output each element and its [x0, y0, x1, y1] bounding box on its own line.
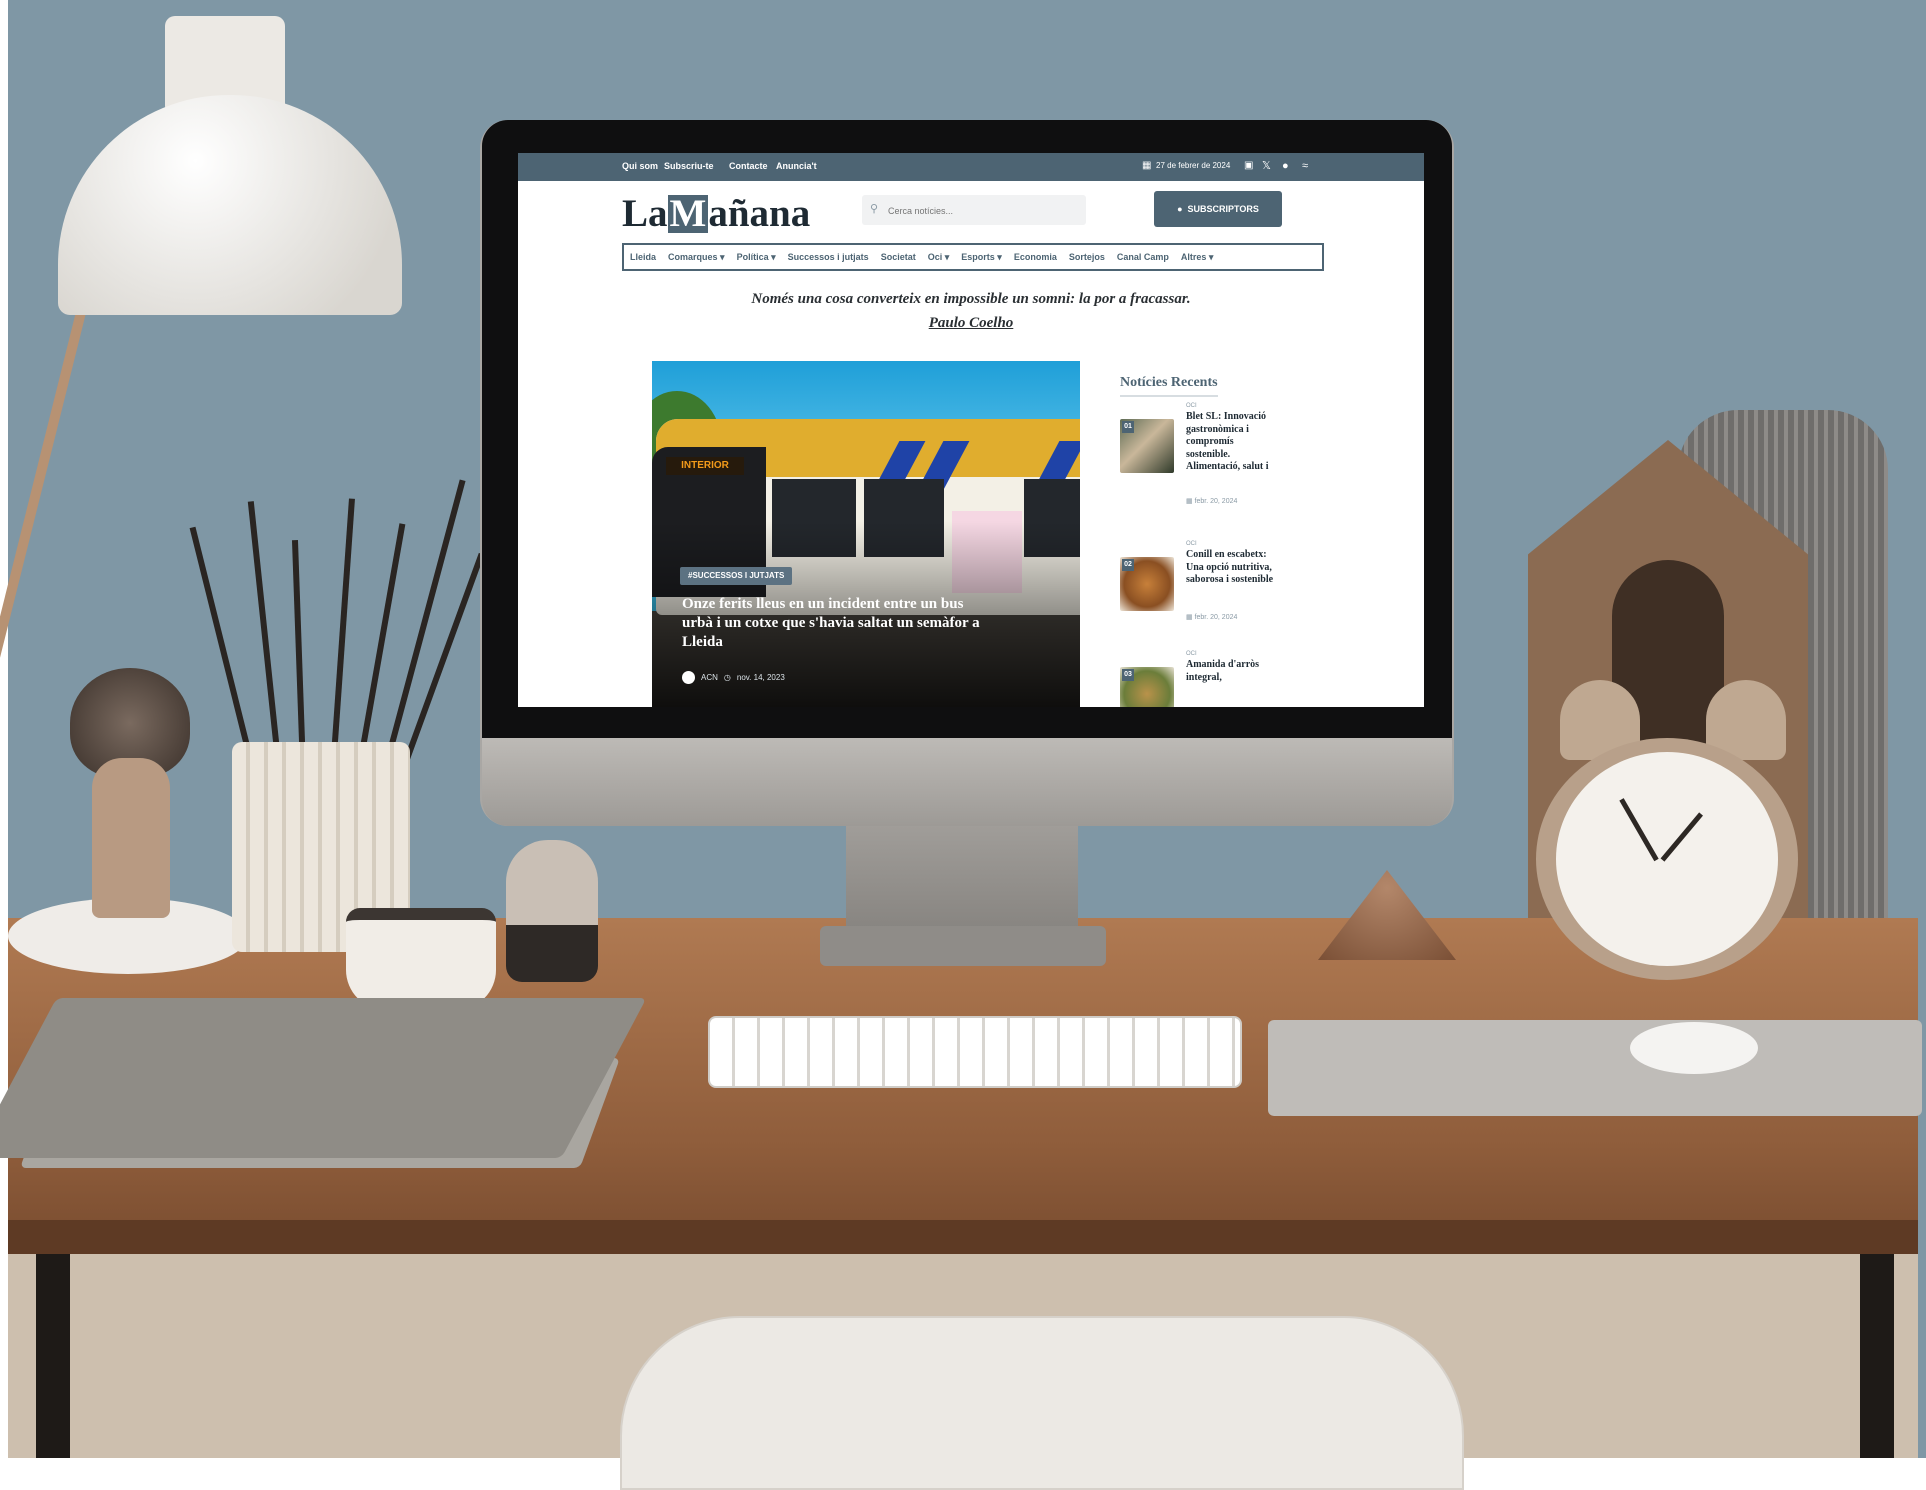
chevron-down-icon: ▾	[720, 251, 725, 262]
topbar-link-subscriu-te[interactable]: Subscriu-te	[664, 161, 714, 171]
wifi-icon[interactable]: ≈	[1302, 160, 1308, 172]
monitor-stand	[846, 826, 1078, 936]
tablet	[0, 998, 647, 1158]
chevron-down-icon: ▾	[944, 251, 950, 262]
recent-news-date: ▦ febr. 20, 2024	[1186, 614, 1238, 621]
recent-news-number: 01	[1122, 421, 1134, 433]
site-logo[interactable]: LaMañana	[622, 191, 810, 235]
monitor-stand-foot	[820, 926, 1106, 966]
search-box[interactable]: ⚲	[862, 195, 1086, 225]
quote-author-link[interactable]: Paulo Coelho	[518, 315, 1424, 332]
clock-face	[1556, 752, 1778, 966]
recent-news-thumbnail: 02	[1120, 557, 1174, 611]
topbar-link-qui-som[interactable]: Qui som	[622, 161, 658, 171]
chevron-down-icon: ▾	[997, 251, 1002, 262]
clock-icon: ◷	[723, 673, 731, 682]
subscribers-button[interactable]: ● SUBSCRIPTORS	[1154, 191, 1282, 227]
shaving-brush-handle	[92, 758, 170, 918]
subscribers-button-label: SUBSCRIPTORS	[1187, 204, 1259, 214]
nav-item-economia[interactable]: Economia	[1014, 252, 1057, 262]
top-bar: Qui som Subscriu-te Contacte Anuncia't ▦…	[518, 153, 1424, 181]
nav-item-canal-camp[interactable]: Canal Camp	[1117, 252, 1169, 262]
recent-news-date: ▦ febr. 20, 2024	[1186, 498, 1238, 505]
recent-news-title[interactable]: Amanida d'arròs integral,	[1186, 659, 1274, 684]
x-icon[interactable]: 𝕏	[1262, 160, 1271, 172]
recent-news-category: OCI	[1186, 403, 1197, 409]
nav-item-societat[interactable]: Societat	[881, 252, 916, 262]
main-nav: Lleida Comarques ▾ Política ▾ Successos …	[622, 243, 1324, 271]
article-author[interactable]: ACN	[701, 673, 718, 682]
recent-news-item[interactable]: 03 OCI Amanida d'arròs integral,	[1120, 651, 1280, 707]
recent-news-thumbnail: 03	[1120, 667, 1174, 707]
computer-mouse	[1630, 1022, 1758, 1074]
nav-item-successos[interactable]: Successos i jutjats	[788, 252, 869, 262]
bus-destination-display: INTERIOR	[666, 457, 744, 475]
topbar-date: 27 de febrer de 2024	[1156, 161, 1231, 170]
recent-news-sidebar: Notícies Recents 01 OCI Blet SL: Innovac…	[1114, 365, 1282, 707]
recent-news-item[interactable]: 01 OCI Blet SL: Innovació gastronòmica i…	[1120, 403, 1280, 513]
website-screen: Qui som Subscriu-te Contacte Anuncia't ▦…	[518, 153, 1424, 707]
logo-text-anana: añana	[708, 192, 811, 235]
article-date: nov. 14, 2023	[736, 673, 785, 682]
search-icon: ⚲	[870, 203, 879, 215]
nav-item-comarques[interactable]: Comarques ▾	[668, 252, 725, 263]
ceramic-bowl	[346, 908, 496, 1010]
recent-news-title: Notícies Recents	[1120, 375, 1218, 397]
chevron-down-icon: ▾	[1208, 251, 1214, 262]
recent-news-item[interactable]: 02 OCI Conill en escabetx: Una opció nut…	[1120, 541, 1280, 631]
nav-item-sortejos[interactable]: Sortejos	[1069, 252, 1105, 262]
article-meta: ACN ◷ nov. 14, 2023	[682, 671, 785, 684]
facebook-icon[interactable]: ●	[1282, 160, 1289, 172]
calendar-icon: ▦	[1142, 160, 1152, 171]
recent-news-number: 03	[1122, 669, 1134, 681]
recent-news-number: 02	[1122, 559, 1134, 571]
recent-news-thumbnail: 01	[1120, 419, 1174, 473]
desk-leg-right	[1860, 1254, 1894, 1458]
topbar-link-contacte[interactable]: Contacte	[729, 161, 768, 171]
featured-article-title[interactable]: Onze ferits lleus en un incident entre u…	[682, 595, 982, 652]
chevron-down-icon: ▾	[771, 251, 776, 262]
author-avatar	[682, 671, 695, 684]
logo-highlight-m: M	[667, 192, 709, 235]
nav-item-altres[interactable]: Altres ▾	[1181, 252, 1214, 263]
recent-news-category: OCI	[1186, 541, 1197, 547]
desk-leg-left	[36, 1254, 70, 1458]
topbar-link-anunciat[interactable]: Anuncia't	[776, 161, 817, 171]
desk-edge	[8, 1220, 1918, 1254]
nav-item-lleida[interactable]: Lleida	[630, 252, 656, 262]
chair-back	[620, 1316, 1464, 1490]
recent-news-title[interactable]: Conill en escabetx: Una opció nutritiva,…	[1186, 549, 1274, 587]
recent-news-title[interactable]: Blet SL: Innovació gastronòmica i compro…	[1186, 411, 1274, 474]
keyboard	[708, 1016, 1242, 1088]
nav-item-politica[interactable]: Política ▾	[737, 252, 776, 263]
nav-item-esports[interactable]: Esports ▾	[961, 252, 1002, 263]
instagram-icon[interactable]: ▣	[1244, 160, 1253, 172]
featured-article[interactable]: INTERIOR #SUCCESSOS I JUTJATS Onze ferit…	[652, 361, 1080, 707]
recent-news-category: OCI	[1186, 651, 1197, 657]
desk-mat	[1268, 1020, 1922, 1116]
user-icon: ●	[1177, 204, 1183, 214]
article-category-tag[interactable]: #SUCCESSOS I JUTJATS	[680, 567, 793, 585]
search-input[interactable]	[886, 201, 1086, 221]
logo-text-la: La	[622, 192, 668, 235]
monitor-chin	[482, 738, 1452, 826]
quote-text: Només una cosa converteix en impossible …	[751, 291, 1191, 307]
small-vase	[506, 840, 598, 982]
nav-item-oci[interactable]: Oci ▾	[928, 252, 950, 263]
